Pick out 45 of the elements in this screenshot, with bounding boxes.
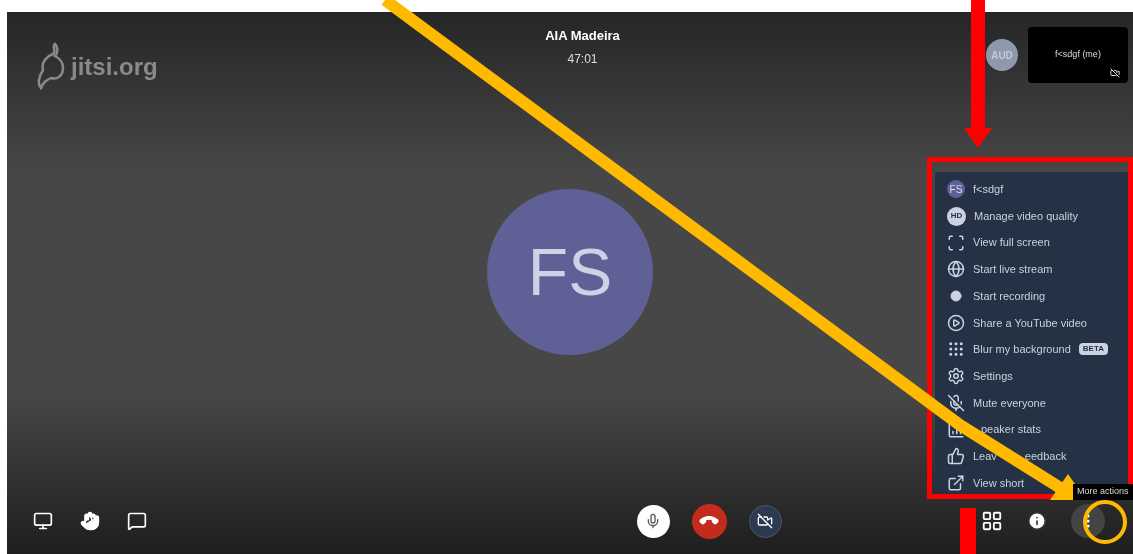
menu-item[interactable]: Start recording <box>935 282 1130 310</box>
menu-item[interactable]: HD Manage video quality <box>935 202 1130 230</box>
info-icon[interactable] <box>1027 511 1047 531</box>
tile-view-icon[interactable] <box>981 510 1003 532</box>
meeting-timer: 47:01 <box>567 50 598 68</box>
menu-item[interactable]: Mute everyone <box>935 389 1130 417</box>
logo-icon <box>37 42 67 92</box>
camera-off-icon <box>757 513 773 529</box>
self-view-tile[interactable]: f<sdgf (me) <box>1028 27 1128 83</box>
menu-item[interactable]: Settings <box>935 362 1130 390</box>
participant-name: f<sdgf (me) <box>1055 48 1101 62</box>
jitsi-logo: jitsi.org <box>37 42 337 92</box>
microphone-button[interactable] <box>636 504 670 538</box>
mic-icon <box>645 513 661 529</box>
external-link-icon <box>947 473 965 492</box>
menu-item[interactable]: FS f<sdgf <box>935 176 1130 203</box>
menu-item-text: eedback <box>1024 448 1067 464</box>
menu-item[interactable]: View full screen <box>935 229 1130 257</box>
screen-share-icon[interactable] <box>33 511 53 531</box>
menu-item[interactable]: peaker stats <box>935 416 1130 443</box>
annotation-circle <box>1083 500 1127 544</box>
dots-grid-icon <box>947 340 965 359</box>
raise-hand-icon[interactable] <box>80 511 100 531</box>
play-icon <box>947 313 965 332</box>
fullscreen-icon <box>947 233 965 252</box>
muted-mic-icon <box>947 393 965 412</box>
avatar: FS <box>947 180 965 199</box>
thumbs-up-icon <box>947 447 965 466</box>
menu-item[interactable]: Start live stream <box>935 256 1130 283</box>
globe-icon <box>947 260 965 279</box>
menu-item[interactable]: Blur my background BETA <box>935 336 1130 363</box>
menu-item[interactable]: Share a YouTube video <box>935 309 1130 337</box>
meeting-title: AIA Madeira <box>545 27 620 45</box>
settings-icon <box>947 367 965 386</box>
tooltip: More actions <box>1073 484 1133 500</box>
chat-icon[interactable] <box>127 511 147 531</box>
beta-badge: BETA <box>1078 343 1108 356</box>
camera-button[interactable] <box>748 504 782 538</box>
menu-item[interactable]: Leav eedback <box>935 442 1130 470</box>
hang-up-button[interactable] <box>691 503 727 539</box>
hd-icon: HD <box>947 206 966 226</box>
speaker-avatar: FS <box>487 189 653 355</box>
more-icon <box>1086 514 1090 528</box>
record-icon <box>950 290 962 303</box>
annotation-bar <box>960 508 976 554</box>
